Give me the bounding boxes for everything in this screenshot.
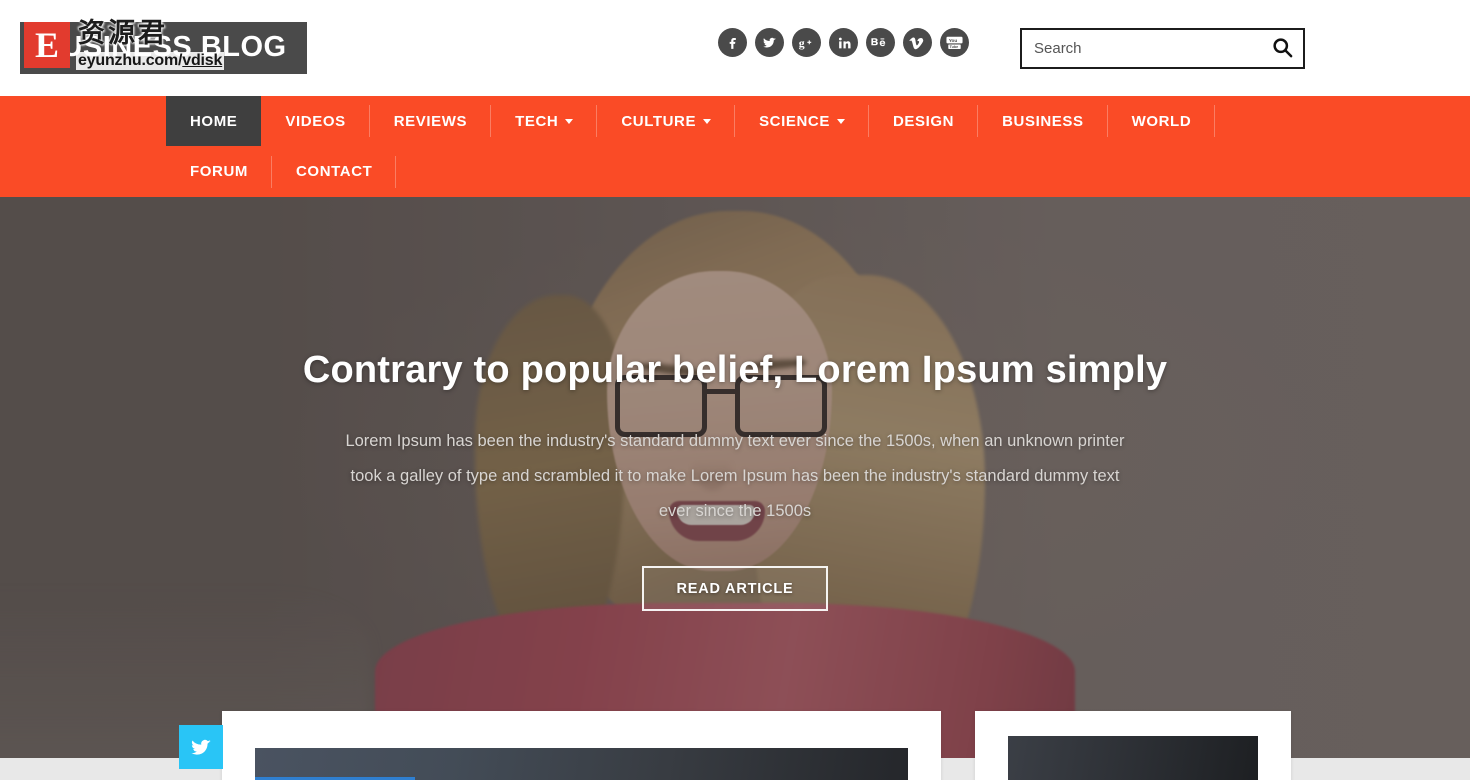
- search-box[interactable]: [1020, 28, 1305, 69]
- nav-item-business[interactable]: BUSINESS: [978, 96, 1108, 146]
- linkedin-icon[interactable]: [829, 28, 858, 57]
- search-input[interactable]: [1022, 40, 1261, 57]
- nav-label: DESIGN: [892, 112, 955, 130]
- hero-subtitle: Lorem Ipsum has been the industry's stan…: [345, 432, 1125, 520]
- content-area: [0, 711, 1470, 780]
- nav-label: BUSINESS: [1002, 112, 1084, 130]
- twitter-icon[interactable]: [755, 28, 784, 57]
- nav-label: HOME: [190, 112, 238, 130]
- nav-item-home[interactable]: HOME: [166, 96, 262, 146]
- nav-item-reviews[interactable]: REVIEWS: [370, 96, 492, 146]
- svg-text:You: You: [949, 37, 958, 42]
- twitter-share-icon[interactable]: [179, 725, 223, 769]
- nav-label: CONTACT: [296, 163, 373, 180]
- svg-text:g: g: [798, 37, 804, 50]
- hero-title: Contrary to popular belief, Lorem Ipsum …: [302, 349, 1168, 391]
- youtube-icon[interactable]: You Tube: [940, 28, 969, 57]
- nav-label: TECH: [515, 112, 559, 130]
- search-button[interactable]: [1261, 30, 1303, 67]
- search-icon: [1271, 36, 1294, 62]
- featured-article-thumbnail: [255, 748, 908, 780]
- sidebar-article-thumbnail: [1008, 736, 1258, 780]
- nav-second-row: FORUM CONTACT: [166, 147, 1470, 197]
- site-title: BUSINESS BLOG: [20, 22, 307, 74]
- hero-banner: Contrary to popular belief, Lorem Ipsum …: [0, 197, 1470, 758]
- nav-item-videos[interactable]: VIDEOS: [261, 96, 371, 146]
- read-article-button[interactable]: READ ARTICLE: [642, 566, 828, 611]
- featured-article-card[interactable]: [222, 711, 941, 780]
- hero-content: Contrary to popular belief, Lorem Ipsum …: [0, 349, 1470, 611]
- nav-label: REVIEWS: [393, 112, 468, 130]
- nav-label: CULTURE: [621, 112, 697, 130]
- svg-text:Tube: Tube: [950, 44, 958, 48]
- nav-label: WORLD: [1131, 112, 1192, 130]
- main-navigation: HOME VIDEOS REVIEWS TECH CULTURE SCIENCE…: [0, 96, 1470, 197]
- nav-item-science[interactable]: SCIENCE: [735, 96, 869, 146]
- google-plus-icon[interactable]: g: [792, 28, 821, 57]
- vimeo-icon[interactable]: [903, 28, 932, 57]
- nav-item-world[interactable]: WORLD: [1108, 96, 1216, 146]
- nav-label: VIDEOS: [285, 112, 346, 130]
- brand: BUSINESS BLOG: [20, 22, 307, 74]
- site-header: BUSINESS BLOG E 资源君 eyunzhu.com/vdisk g: [0, 0, 1470, 96]
- nav-label: FORUM: [190, 163, 248, 180]
- nav-item-design[interactable]: DESIGN: [869, 96, 979, 146]
- article-cards: [222, 711, 1291, 780]
- nav-label: SCIENCE: [759, 112, 830, 130]
- nav-item-tech[interactable]: TECH: [491, 96, 598, 146]
- sidebar-article-card[interactable]: [975, 711, 1291, 780]
- behance-icon[interactable]: [866, 28, 895, 57]
- nav-item-contact[interactable]: CONTACT: [272, 147, 397, 197]
- social-links: g You Tube: [718, 28, 969, 57]
- chevron-down-icon: [703, 118, 712, 124]
- chevron-down-icon: [565, 118, 574, 124]
- facebook-icon[interactable]: [718, 28, 747, 57]
- nav-item-forum[interactable]: FORUM: [166, 147, 272, 197]
- chevron-down-icon: [836, 118, 845, 124]
- nav-item-culture[interactable]: CULTURE: [597, 96, 735, 146]
